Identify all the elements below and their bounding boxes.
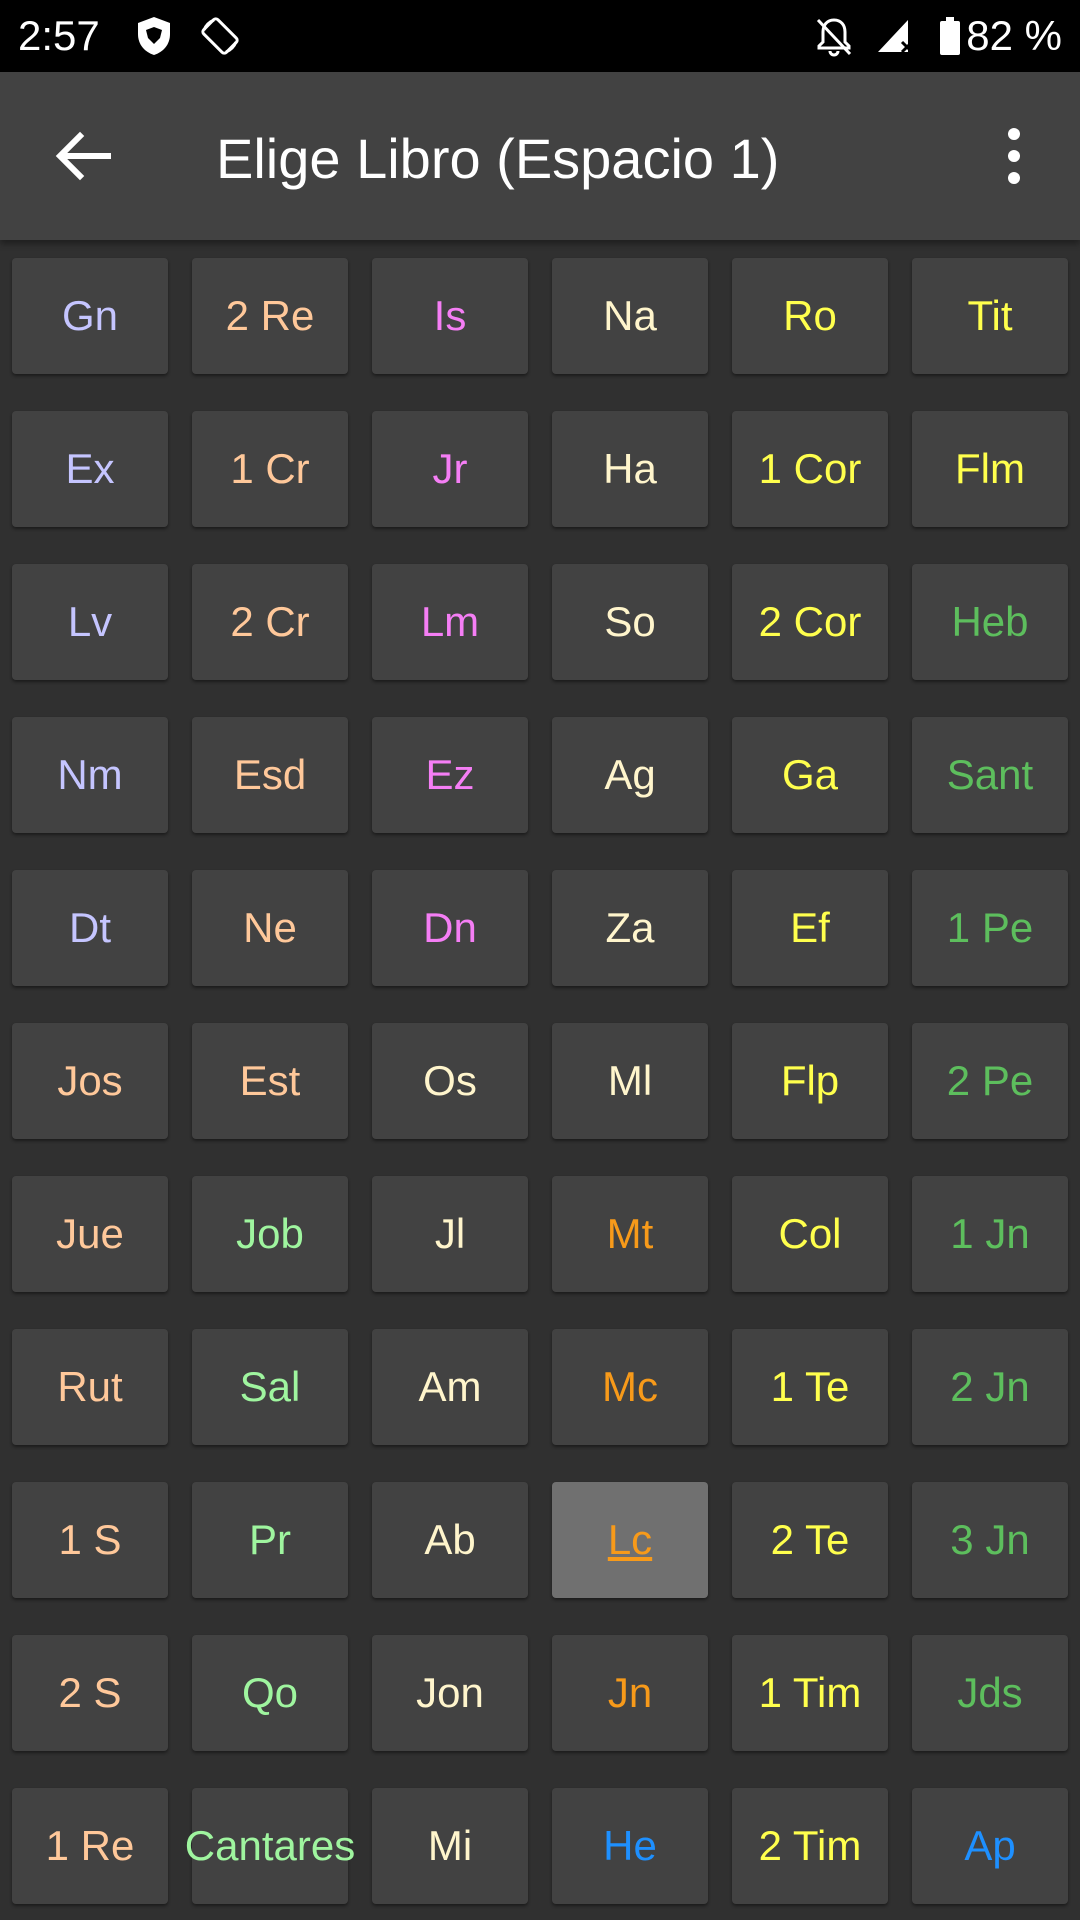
app-bar: Elige Libro (Espacio 1) <box>0 72 1080 240</box>
book-button[interactable]: Am <box>372 1329 528 1445</box>
book-button[interactable]: Rut <box>12 1329 168 1445</box>
book-button[interactable]: Job <box>192 1176 348 1292</box>
book-button[interactable]: 2 Cr <box>192 564 348 680</box>
book-button[interactable]: 1 Cor <box>732 411 888 527</box>
book-button[interactable]: Tit <box>912 258 1068 374</box>
book-button[interactable]: Lv <box>12 564 168 680</box>
book-button[interactable]: He <box>552 1788 708 1904</box>
book-button[interactable]: 2 Cor <box>732 564 888 680</box>
book-button[interactable]: Jl <box>372 1176 528 1292</box>
status-time: 2:57 <box>18 12 100 59</box>
book-button[interactable]: Ga <box>732 717 888 833</box>
page-title: Elige Libro (Espacio 1) <box>216 127 780 190</box>
book-button[interactable]: Mi <box>372 1788 528 1904</box>
book-button[interactable]: 1 Jn <box>912 1176 1068 1292</box>
book-button[interactable]: Na <box>552 258 708 374</box>
book-button[interactable]: Qo <box>192 1635 348 1751</box>
book-button[interactable]: Os <box>372 1023 528 1139</box>
book-button[interactable]: 1 Cr <box>192 411 348 527</box>
book-button[interactable]: Ez <box>372 717 528 833</box>
book-button[interactable]: Pr <box>192 1482 348 1598</box>
book-button[interactable]: Ap <box>912 1788 1068 1904</box>
battery-percent: 82 % <box>966 12 1062 59</box>
book-button[interactable]: Gn <box>12 258 168 374</box>
book-button[interactable]: Jds <box>912 1635 1068 1751</box>
book-button[interactable]: Jos <box>12 1023 168 1139</box>
book-button[interactable]: Dn <box>372 870 528 986</box>
book-button[interactable]: 2 S <box>12 1635 168 1751</box>
book-button[interactable]: Flp <box>732 1023 888 1139</box>
book-button[interactable]: Ne <box>192 870 348 986</box>
book-button[interactable]: 2 Te <box>732 1482 888 1598</box>
book-button[interactable]: Dt <box>12 870 168 986</box>
book-button[interactable]: 2 Re <box>192 258 348 374</box>
book-button[interactable]: Jon <box>372 1635 528 1751</box>
book-button[interactable]: Za <box>552 870 708 986</box>
book-button[interactable]: Jue <box>12 1176 168 1292</box>
book-button[interactable]: 1 Tim <box>732 1635 888 1751</box>
book-button[interactable]: 1 Te <box>732 1329 888 1445</box>
book-button[interactable]: Mt <box>552 1176 708 1292</box>
book-button[interactable]: Jr <box>372 411 528 527</box>
book-button[interactable]: Est <box>192 1023 348 1139</box>
book-button[interactable]: Nm <box>12 717 168 833</box>
shield-app-icon <box>138 17 170 55</box>
book-button[interactable]: 1 Re <box>12 1788 168 1904</box>
more-vertical-icon[interactable] <box>974 116 1054 196</box>
book-button[interactable]: 1 S <box>12 1482 168 1598</box>
book-button[interactable]: Ml <box>552 1023 708 1139</box>
book-button[interactable]: 3 Jn <box>912 1482 1068 1598</box>
book-button[interactable]: Ro <box>732 258 888 374</box>
screen-rotation-icon <box>201 17 239 55</box>
signal-icon <box>878 20 914 54</box>
book-button[interactable]: 2 Tim <box>732 1788 888 1904</box>
book-button[interactable]: Ag <box>552 717 708 833</box>
book-button[interactable]: 1 Pe <box>912 870 1068 986</box>
book-button[interactable]: Sal <box>192 1329 348 1445</box>
book-button[interactable]: 2 Jn <box>912 1329 1068 1445</box>
book-button[interactable]: Flm <box>912 411 1068 527</box>
book-button[interactable]: Heb <box>912 564 1068 680</box>
book-button[interactable]: So <box>552 564 708 680</box>
status-bar: 2:57 82 % <box>0 0 1080 72</box>
arrow-back-icon[interactable] <box>44 116 124 196</box>
book-button[interactable]: Is <box>372 258 528 374</box>
book-button[interactable]: Ha <box>552 411 708 527</box>
book-button[interactable]: Ef <box>732 870 888 986</box>
notifications-off-icon <box>816 18 852 57</box>
book-button[interactable]: Ab <box>372 1482 528 1598</box>
book-button[interactable]: Esd <box>192 717 348 833</box>
book-button[interactable]: Cantares <box>185 1788 355 1904</box>
book-button[interactable]: Col <box>732 1176 888 1292</box>
book-button[interactable]: Sant <box>912 717 1068 833</box>
book-button[interactable]: Ex <box>12 411 168 527</box>
book-button[interactable]: 2 Pe <box>912 1023 1068 1139</box>
book-button[interactable]: Lm <box>372 564 528 680</box>
book-grid: Gn 2 Re Is Na Ro Tit Ex 1 Cr Jr Ha 1 Cor Flm Lv 2 Cr L… <box>0 240 1080 1920</box>
book-button[interactable]: Mc <box>552 1329 708 1445</box>
book-button[interactable]: Jn <box>552 1635 708 1751</box>
book-button[interactable]: Lc <box>552 1482 708 1598</box>
